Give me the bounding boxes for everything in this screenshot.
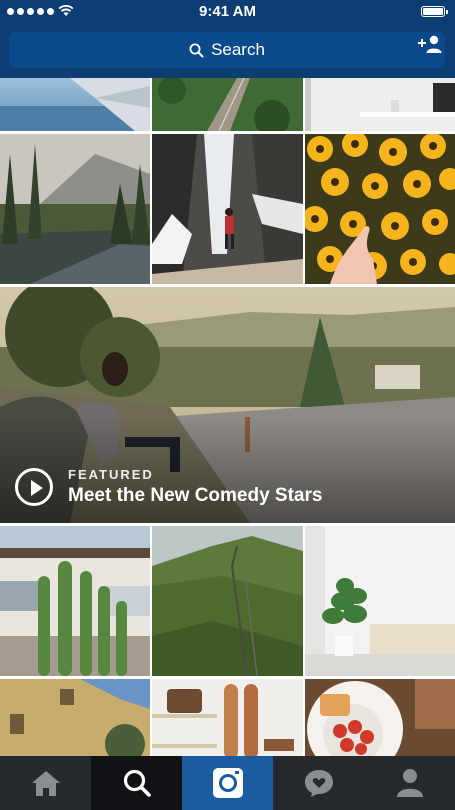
photo-tile-skateboards-shelf[interactable] xyxy=(152,679,303,756)
tab-search[interactable] xyxy=(91,756,182,810)
battery-icon xyxy=(421,6,448,17)
profile-icon xyxy=(396,769,423,797)
photo-tile-food-plate[interactable] xyxy=(305,679,455,756)
featured-video-card[interactable]: FEATURED Meet the New Comedy Stars xyxy=(0,287,455,523)
status-bar: 9:41 AM xyxy=(0,0,455,24)
photo-tile-yellow-house[interactable] xyxy=(0,679,150,756)
photo-tile-green-hillside[interactable] xyxy=(152,526,303,676)
camera-icon xyxy=(212,768,243,798)
play-icon[interactable] xyxy=(15,468,53,506)
explore-grid: FEATURED Meet the New Comedy Stars xyxy=(0,78,455,756)
tab-activity[interactable] xyxy=(273,756,364,810)
search-icon xyxy=(189,43,204,57)
top-bar: Search xyxy=(0,24,455,78)
tab-camera[interactable] xyxy=(182,756,273,810)
home-icon xyxy=(31,771,60,796)
tab-bar xyxy=(0,756,455,810)
photo-tile-yellow-flowers[interactable] xyxy=(305,134,455,284)
search-placeholder: Search xyxy=(211,40,265,59)
photo-tile-forest-river[interactable] xyxy=(0,134,150,284)
add-user-icon[interactable] xyxy=(417,34,443,54)
status-time: 9:41 AM xyxy=(199,3,256,20)
search-field[interactable]: Search xyxy=(9,32,445,68)
tab-profile[interactable] xyxy=(364,756,455,810)
activity-icon xyxy=(304,770,333,797)
tab-home[interactable] xyxy=(0,756,91,810)
search-icon xyxy=(123,769,151,797)
photo-tile-plant-interior[interactable] xyxy=(305,526,455,676)
photo-tile-aerial-road[interactable] xyxy=(152,78,303,131)
featured-title: Meet the New Comedy Stars xyxy=(68,485,323,506)
featured-label: FEATURED xyxy=(68,467,154,482)
photo-tile-waterfall-hiker[interactable] xyxy=(152,134,303,284)
photo-tile-cactus-building[interactable] xyxy=(0,526,150,676)
photo-tile-airplane-wing[interactable] xyxy=(0,78,150,131)
photo-tile-white-desk[interactable] xyxy=(305,78,455,131)
